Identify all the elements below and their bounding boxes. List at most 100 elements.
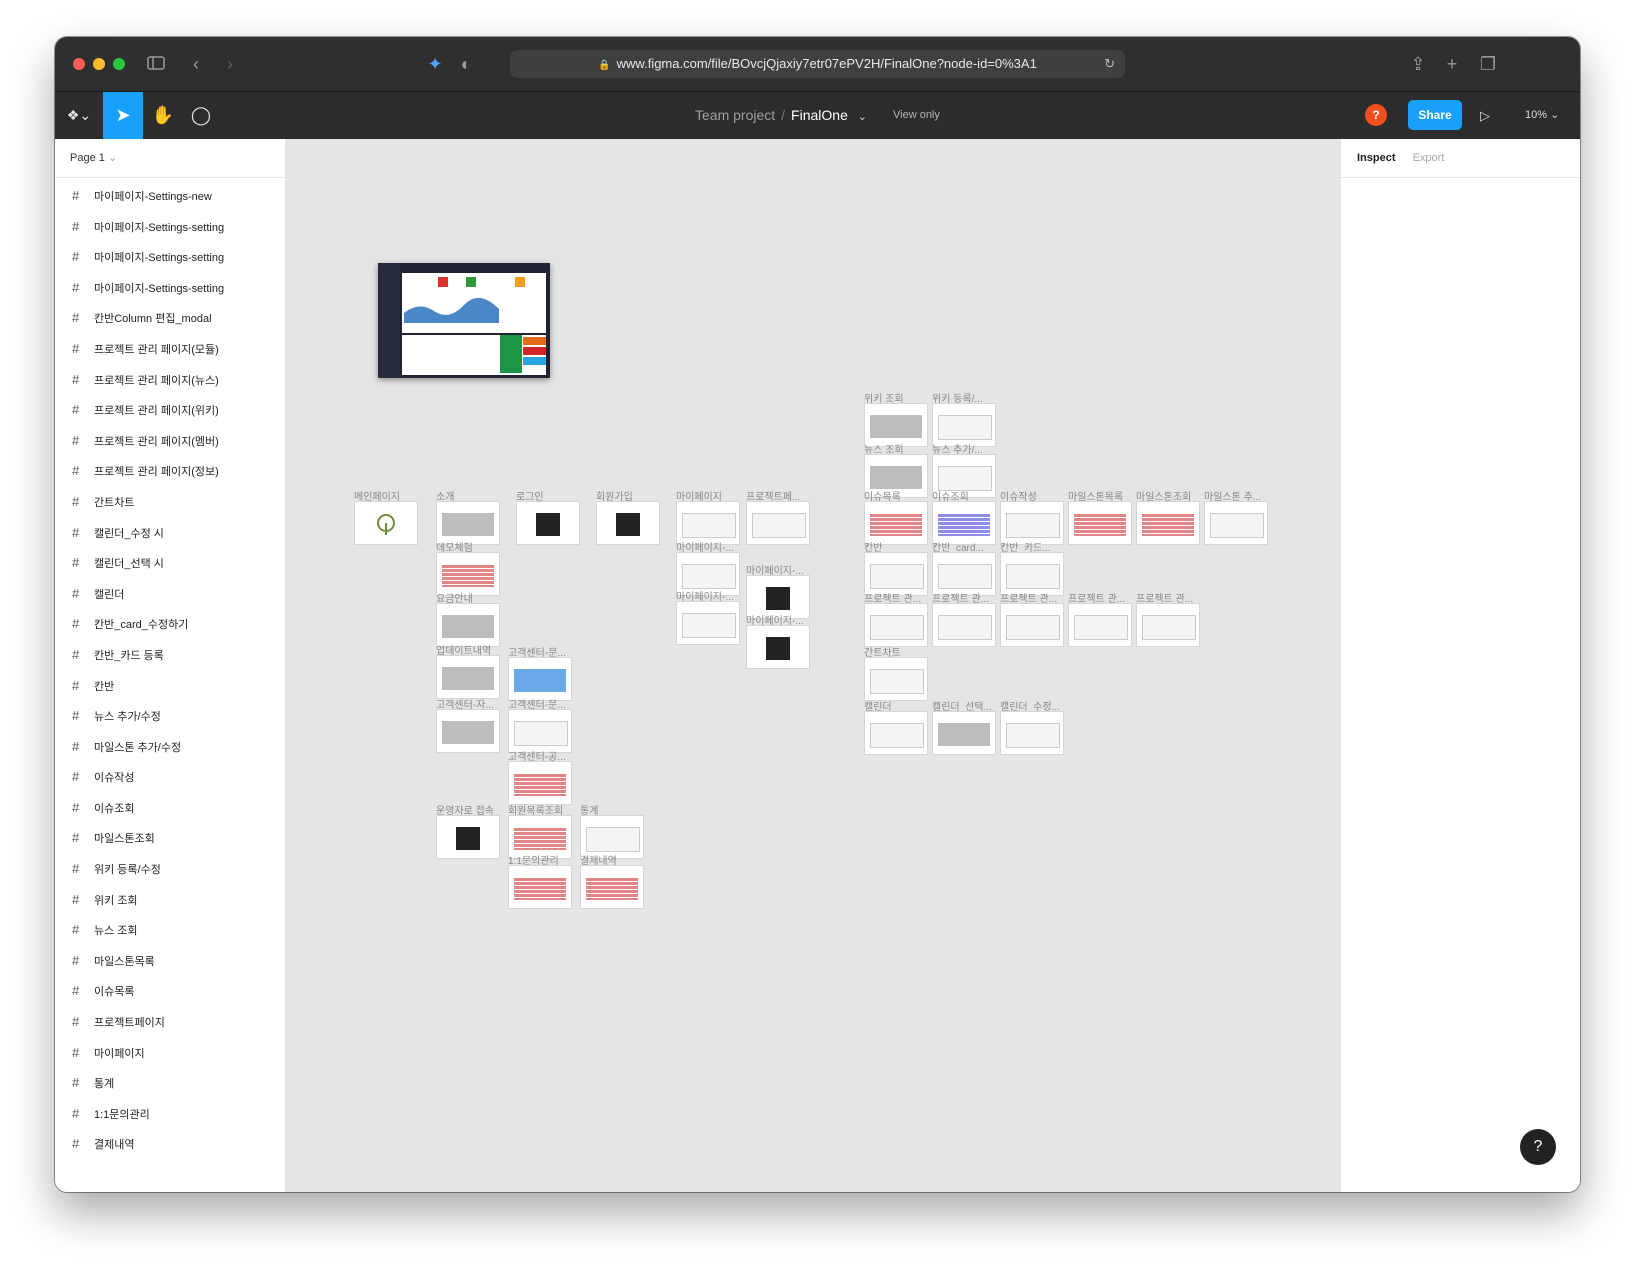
frame-thumbnail[interactable] (746, 501, 810, 545)
layer-item[interactable]: # 프로젝트 관리 페이지(정보) (55, 456, 285, 487)
help-button[interactable]: ? (1520, 1129, 1556, 1165)
frame-thumbnail[interactable] (932, 603, 996, 647)
layer-name: 프로젝트 관리 페이지(위키) (94, 405, 219, 418)
layer-item[interactable]: # 마이페이지-Settings-setting (55, 242, 285, 273)
frame-thumbnail[interactable] (1000, 711, 1064, 755)
tab-overview-icon[interactable]: ❐ (1475, 51, 1501, 77)
layer-item[interactable]: # 칸반Column 편집_modal (55, 303, 285, 334)
frame-thumbnail[interactable] (580, 865, 644, 909)
frame-thumbnail[interactable] (436, 603, 500, 647)
frame-thumbnail[interactable] (1000, 603, 1064, 647)
chevron-down-icon[interactable]: ⌄ (858, 111, 867, 123)
layer-item[interactable]: # 뉴스 추가/수정 (55, 701, 285, 732)
reload-icon[interactable]: ↻ (1104, 50, 1115, 78)
layer-item[interactable]: # 마일스톤 추가/수정 (55, 732, 285, 763)
privacy-shield-icon[interactable]: ◐ (453, 51, 479, 77)
frame-thumbnail[interactable] (864, 711, 928, 755)
frame-thumbnail[interactable] (436, 815, 500, 859)
frame-thumbnail[interactable] (676, 601, 740, 645)
hand-tool-icon[interactable]: ✋ (143, 92, 183, 139)
layer-item[interactable]: # 칸반 (55, 671, 285, 702)
frame-thumbnail[interactable] (1204, 501, 1268, 545)
frame-thumbnail[interactable] (436, 655, 500, 699)
frame-thumbnail[interactable] (864, 603, 928, 647)
file-name[interactable]: FinalOne (791, 107, 848, 123)
layer-item[interactable]: # 이슈조회 (55, 793, 285, 824)
sidebar-icon[interactable] (143, 51, 169, 77)
page-selector[interactable]: Page 1 ⌄ (55, 139, 285, 178)
frame-thumbnail[interactable] (1068, 603, 1132, 647)
layer-item[interactable]: # 이슈목록 (55, 976, 285, 1007)
layer-item[interactable]: # 뉴스 조회 (55, 915, 285, 946)
frame-thumbnail[interactable] (932, 711, 996, 755)
layer-item[interactable]: # 프로젝트 관리 페이지(멤버) (55, 426, 285, 457)
layer-item[interactable]: # 프로젝트 관리 페이지(뉴스) (55, 365, 285, 396)
frame-icon: # (72, 1105, 80, 1121)
layer-item[interactable]: # 프로젝트페이지 (55, 1007, 285, 1038)
layer-item[interactable]: # 결제내역 (55, 1129, 285, 1160)
layer-name: 이슈작성 (94, 772, 135, 785)
frame-thumbnail[interactable] (596, 501, 660, 545)
layer-item[interactable]: # 마이페이지-Settings-setting (55, 212, 285, 243)
layer-name: 마일스톤조회 (94, 833, 155, 846)
layer-item[interactable]: # 위키 조회 (55, 885, 285, 916)
browser-window: ‹ › ✦ ◐ 🔒 www.figma.com/file/BOvcjQjaxiy7… (55, 37, 1580, 1192)
layer-item[interactable]: # 마이페이지-Settings-setting (55, 273, 285, 304)
layer-item[interactable]: # 캘린더 (55, 579, 285, 610)
frame-thumbnail[interactable] (354, 501, 418, 545)
frame-icon: # (72, 677, 80, 693)
frame-icon: # (72, 279, 80, 295)
frame-preview (869, 414, 923, 438)
frame-thumbnail[interactable] (508, 761, 572, 805)
layer-item[interactable]: # 칸반_card_수정하기 (55, 609, 285, 640)
layer-item[interactable]: # 마이페이지-Settings-new (55, 181, 285, 212)
frame-thumbnail[interactable] (1136, 603, 1200, 647)
share-button[interactable]: Share (1408, 100, 1462, 130)
layer-item[interactable]: # 캘린더_선택 시 (55, 548, 285, 579)
layer-item[interactable]: # 마일스톤조회 (55, 823, 285, 854)
figma-menu-icon[interactable]: ❖⌄ (59, 92, 99, 139)
frame-icon: # (72, 769, 80, 785)
forward-icon[interactable]: › (217, 51, 243, 77)
frame-thumbnail[interactable] (1068, 501, 1132, 545)
new-tab-icon[interactable]: + (1439, 51, 1465, 77)
frame-thumbnail[interactable] (436, 709, 500, 753)
figma-extension-icon[interactable]: ✦ (422, 51, 448, 77)
layer-item[interactable]: # 칸반_카드 등록 (55, 640, 285, 671)
frame-preview (937, 614, 993, 640)
tab-export[interactable]: Export (1413, 152, 1445, 164)
frame-thumbnail[interactable] (516, 501, 580, 545)
layer-item[interactable]: #1:1문의관리 (55, 1099, 285, 1130)
layer-item[interactable]: # 캘린더_수정 시 (55, 518, 285, 549)
dashboard-thumbnail[interactable] (378, 263, 550, 378)
present-icon[interactable]: ▷ (1475, 92, 1495, 139)
tab-inspect[interactable]: Inspect (1357, 152, 1396, 164)
close-window-button[interactable] (73, 58, 85, 70)
layer-item[interactable]: # 위키 등록/수정 (55, 854, 285, 885)
back-icon[interactable]: ‹ (183, 51, 209, 77)
layer-item[interactable]: # 이슈작성 (55, 762, 285, 793)
avatar[interactable]: ? (1365, 104, 1387, 126)
layer-item[interactable]: # 간트차트 (55, 487, 285, 518)
move-tool-icon[interactable]: ➤ (103, 92, 143, 139)
minimize-window-button[interactable] (93, 58, 105, 70)
zoom-dropdown[interactable]: 10% ⌄ (1525, 92, 1559, 139)
comment-tool-icon[interactable]: ◯ (181, 92, 221, 139)
layer-item[interactable]: # 프로젝트 관리 페이지(위키) (55, 395, 285, 426)
frame-thumbnail[interactable] (746, 625, 810, 669)
frame-thumbnail[interactable] (508, 865, 572, 909)
frame-thumbnail[interactable] (1136, 501, 1200, 545)
project-name[interactable]: Team project (695, 107, 775, 123)
zoom-window-button[interactable] (113, 58, 125, 70)
design-canvas[interactable]: 위키 조회 위키 등록/... 뉴스 조회 뉴스 추가/... 메인페이지 소개 로그인 회원… (286, 139, 1340, 1192)
layer-name: 결제내역 (94, 1139, 135, 1152)
frame-thumbnail[interactable] (864, 657, 928, 701)
share-sheet-icon[interactable]: ⇪ (1405, 51, 1431, 77)
address-bar[interactable]: 🔒 www.figma.com/file/BOvcjQjaxiy7etr07ePV… (510, 50, 1125, 78)
frame-thumbnail[interactable] (508, 709, 572, 753)
layer-item[interactable]: # 마일스톤목록 (55, 946, 285, 977)
frame-thumbnail[interactable] (508, 657, 572, 701)
layer-item[interactable]: # 마이페이지 (55, 1038, 285, 1069)
layer-item[interactable]: # 통계 (55, 1068, 285, 1099)
layer-item[interactable]: # 프로젝트 관리 페이지(모듈) (55, 334, 285, 365)
